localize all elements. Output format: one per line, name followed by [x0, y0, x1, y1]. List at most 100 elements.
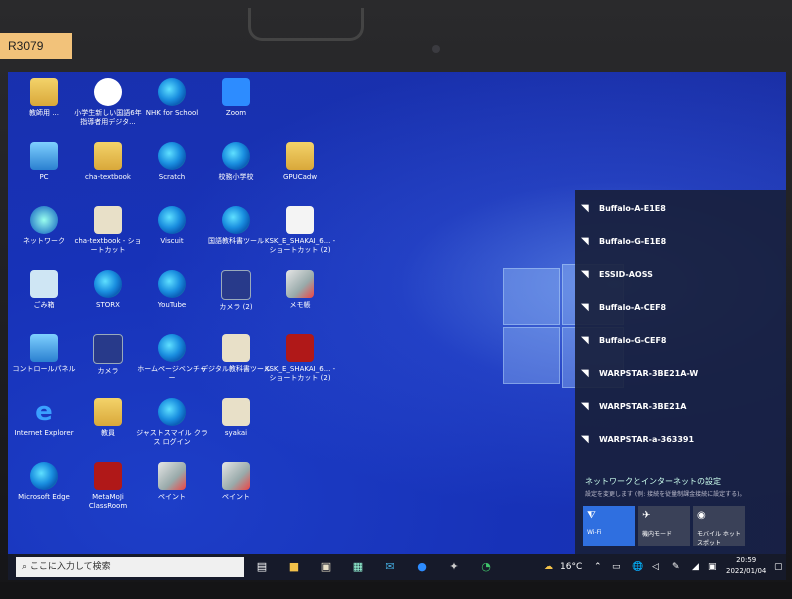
temperature[interactable]: 16°C — [560, 559, 582, 575]
desktop-icon-label: syakai — [224, 429, 248, 437]
wifi-icon: ◥ — [581, 269, 589, 280]
desktop-icon-label: cha-textbook — [85, 173, 131, 181]
pen-icon[interactable]: ✎ — [672, 559, 680, 575]
mobile-hotspot-tile[interactable]: ◉ モバイル ホットスポット — [693, 506, 745, 547]
network-item[interactable]: ◥ Buffalo-A-CEF8 — [581, 297, 666, 319]
desktop-icon[interactable]: Microsoft Edge — [8, 462, 80, 502]
desktop-icon-label: GPUCadw — [282, 173, 318, 181]
network-item[interactable]: ◥ WARPSTAR-3BE21A-W — [581, 363, 698, 385]
desktop-icon[interactable]: cha-textbook - ショートカット — [72, 206, 144, 255]
desktop-icon[interactable]: STORX — [72, 270, 144, 310]
desktop-icon[interactable]: ホームページベンチャー — [136, 334, 208, 383]
signal-icon[interactable]: ◢ — [692, 559, 699, 575]
taskbar: ⌕ ここに入力して検索 ▤ ■ ▣ ▦ ✉ ● ✦ ◔ ☁ 16°C ⌃ ▭ 🌐… — [8, 554, 786, 580]
desktop-icon-label: YouTube — [157, 301, 187, 309]
wifi-secured-icon: ◥ — [581, 203, 589, 214]
file-explorer-icon[interactable]: ■ — [286, 559, 302, 575]
weather-icon[interactable]: ☁ — [544, 559, 553, 575]
store-icon[interactable]: ▦ — [350, 559, 366, 575]
folder-icon — [94, 142, 122, 170]
desktop-icon[interactable]: Zoom — [200, 78, 272, 118]
doc-icon — [286, 206, 314, 234]
desktop-icon-label: ホームページベンチャー — [137, 365, 207, 382]
desktop-icon-label: STORX — [96, 301, 120, 309]
network-icon[interactable]: 🌐 — [632, 559, 643, 575]
paint-icon — [286, 270, 314, 298]
desktop-icon[interactable]: 校務小学校 — [200, 142, 272, 182]
desktop-icon[interactable]: カメラ — [72, 334, 144, 376]
folder-icon — [30, 78, 58, 106]
desktop-icon-label: NHK for School — [145, 109, 199, 117]
cam-icon — [221, 270, 251, 300]
desktop-icon-label: 国語教科書ツール — [208, 237, 264, 245]
wifi-secured-icon: ◥ — [581, 302, 589, 313]
app-icon[interactable]: ▣ — [318, 559, 334, 575]
desktop-icon[interactable]: カメラ (2) — [200, 270, 272, 312]
webcam — [432, 45, 440, 53]
desktop-icon-label: ごみ箱 — [33, 301, 55, 309]
task-view-icon[interactable]: ▤ — [254, 559, 270, 575]
desktop-icon[interactable]: ペイント — [200, 462, 272, 502]
volume-icon[interactable]: ◁ — [652, 559, 659, 575]
network-flyout: ◥ Buffalo-A-E1E8 ◥ Buffalo-G-E1E8 ◥ ESSID-AOS… — [575, 190, 786, 578]
network-settings-link[interactable]: ネットワークとインターネットの設定 — [585, 476, 721, 487]
network-item[interactable]: ◥ Buffalo-A-E1E8 — [581, 198, 666, 220]
network-item[interactable]: ◥ WARPSTAR-3BE21A — [581, 396, 686, 418]
book-icon — [94, 206, 122, 234]
desktop-icon[interactable]: cha-textbook — [72, 142, 144, 182]
desktop-icon[interactable]: 小学生新しい国語6年 指導者用デジタ... — [72, 78, 144, 127]
edge-icon — [158, 142, 186, 170]
network-name: Buffalo-G-E1E8 — [599, 237, 667, 246]
desktop-icon-label: コントロールパネル — [12, 365, 76, 373]
wifi-tile[interactable]: ⧨ Wi-Fi — [583, 506, 635, 546]
desktop-icon[interactable]: KSK_E_SHAKAI_6... - ショートカット (2) — [264, 206, 336, 255]
clock-time: 20:59 — [736, 556, 757, 564]
desktop-icon[interactable]: ネットワーク — [8, 206, 80, 246]
desktop-icon-label: ジャストスマイル クラス ログイン — [136, 429, 208, 446]
desktop-icon[interactable]: ごみ箱 — [8, 270, 80, 310]
network-item[interactable]: ◥ Buffalo-G-E1E8 — [581, 231, 666, 253]
network-name: ESSID-AOSS — [599, 270, 653, 279]
desktop-icon[interactable]: Viscuit — [136, 206, 208, 246]
taskbar-search-box[interactable]: ⌕ ここに入力して検索 — [16, 557, 244, 577]
desktop-icon[interactable]: MetaMoJi ClassRoom — [72, 462, 144, 511]
desktop-icon-label: KSK_E_SHAKAI_6... - ショートカット (2) — [264, 365, 336, 382]
taskbar-clock[interactable]: 20:59 2022/01/04 — [726, 555, 766, 577]
desktop-icon[interactable]: ジャストスマイル クラス ログイン — [136, 398, 208, 447]
wifi-secured-icon: ◥ — [581, 401, 589, 412]
chevron-up-icon[interactable]: ⌃ — [594, 559, 602, 575]
desktop-icon[interactable]: PC — [8, 142, 80, 182]
notification-icon[interactable]: ▢ — [774, 559, 783, 575]
desktop-icon[interactable]: NHK for School — [136, 78, 208, 118]
mail-icon[interactable]: ✉ — [382, 559, 398, 575]
network-item[interactable]: ◥ Buffalo-G-CEF8 — [581, 330, 666, 352]
desktop-icon[interactable]: メモ帳 — [264, 270, 336, 310]
airplane-icon: ✈ — [642, 510, 651, 521]
desktop-icon[interactable]: 教員 — [72, 398, 144, 438]
desktop-icon[interactable]: e Internet Explorer — [8, 398, 80, 438]
folder-icon — [94, 398, 122, 426]
desktop-icon[interactable]: GPUCadw — [264, 142, 336, 182]
paint-icon — [222, 462, 250, 490]
desktop-icon[interactable]: syakai — [200, 398, 272, 438]
zoom-icon[interactable]: ● — [414, 559, 430, 575]
edge-icon[interactable]: ◔ — [478, 559, 494, 575]
network-item[interactable]: ◥ WARPSTAR-a-363391 — [581, 429, 694, 451]
battery-icon[interactable]: ▭ — [612, 559, 621, 575]
desktop-icon[interactable]: YouTube — [136, 270, 208, 310]
desktop-icon[interactable]: Scratch — [136, 142, 208, 182]
network-item[interactable]: ◥ ESSID-AOSS — [581, 264, 653, 286]
desktop-icon-label: Viscuit — [160, 237, 184, 245]
desktop-icon[interactable]: コントロールパネル — [8, 334, 80, 374]
desktop-icon[interactable]: 国語教科書ツール — [200, 206, 272, 246]
airplane-mode-tile[interactable]: ✈ 機内モード — [638, 506, 690, 546]
desktop-icon[interactable]: ペイント — [136, 462, 208, 502]
wifi-secured-icon: ◥ — [581, 335, 589, 346]
desktop-icon-label: KSK_E_SHAKAI_6... - ショートカット (2) — [264, 237, 336, 254]
desktop-icon-label: カメラ — [97, 367, 119, 375]
desktop-icon[interactable]: 教師用 ... — [8, 78, 80, 118]
desktop-icon[interactable]: デジタル教科書ツール — [200, 334, 272, 374]
paint-icon[interactable]: ✦ — [446, 559, 462, 575]
desktop-icon[interactable]: KSK_E_SHAKAI_6... - ショートカット (2) — [264, 334, 336, 383]
ime-icon[interactable]: ▣ — [708, 559, 717, 575]
